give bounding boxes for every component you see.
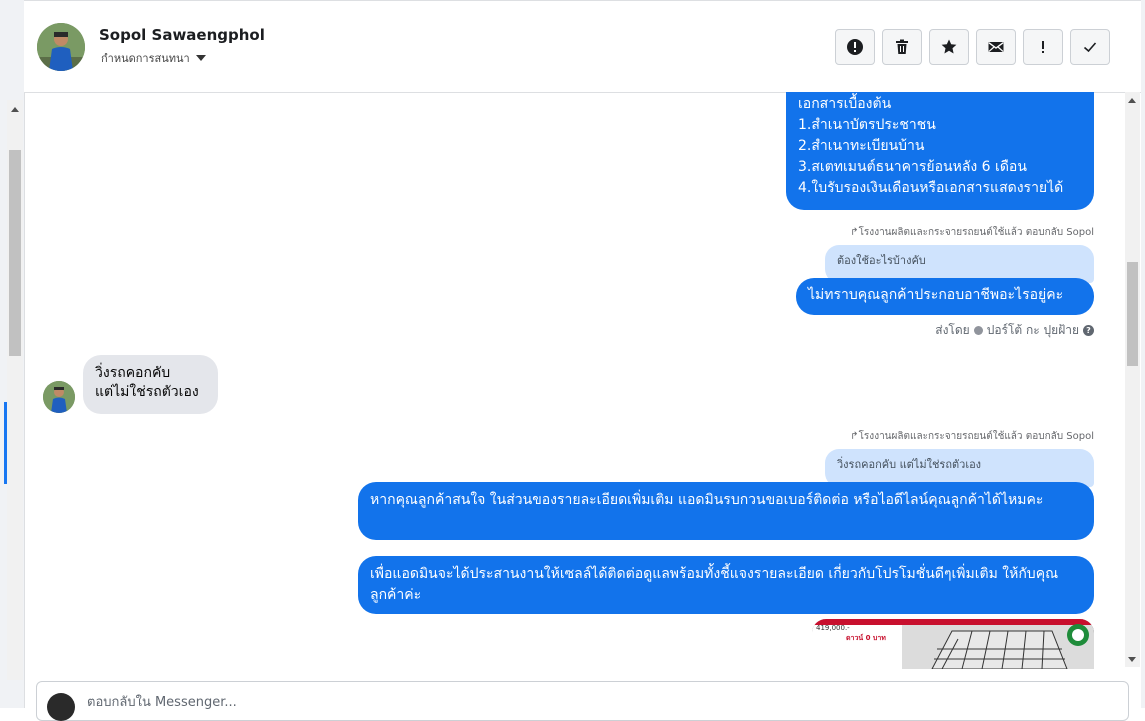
contact-name[interactable]: Sopol Sawaengphol (99, 26, 265, 44)
promo-text: ดาวน์ 0 บาท (846, 634, 886, 642)
star-icon (941, 39, 957, 54)
exclamation-icon (1042, 41, 1044, 53)
assign-label: กำหนดการสนทนา (101, 52, 190, 65)
caret-down-icon (195, 55, 206, 61)
scroll-down-icon[interactable] (1128, 657, 1136, 662)
message-line: เอกสารเบื้องต้น (798, 96, 892, 112)
message-bubble-coordinate[interactable]: เพื่อแอดมินจะได้ประสานงานให้เซลล์ได้ติดต… (358, 556, 1094, 614)
reply-composer[interactable] (36, 681, 1129, 721)
header-actions (835, 29, 1110, 65)
trash-icon (896, 39, 908, 54)
follow-up-button[interactable] (1023, 29, 1063, 65)
assign-conversation-dropdown[interactable]: กำหนดการสนทนา (101, 49, 206, 67)
star-button[interactable] (929, 29, 969, 65)
left-scroll-up-icon[interactable] (11, 107, 19, 112)
active-conversation-indicator (4, 402, 7, 484)
delete-button[interactable] (882, 29, 922, 65)
message-line: 2.สำเนาทะเบียนบ้าน (798, 138, 925, 154)
spam-button[interactable] (835, 29, 875, 65)
reply-arrow-icon: ↱ (850, 431, 859, 442)
conversation-header: Sopol Sawaengphol กำหนดการสนทนา (24, 0, 1145, 93)
page-avatar (47, 693, 75, 721)
reply-input[interactable] (85, 694, 789, 711)
contact-avatar[interactable] (37, 23, 85, 71)
envelope-icon (988, 42, 1004, 52)
promo-price: 419,000.- (816, 624, 850, 632)
sent-by-label: ส่งโดย (935, 323, 970, 337)
left-scrollbar-thumb[interactable] (9, 150, 21, 356)
reply-note: ↱โรงงานผลิตและกระจายรถยนต์ใช้แล้ว ตอบกลั… (850, 225, 1094, 240)
message-bubble-incoming[interactable]: วิ่งรถคอกคับ แต่ไม่ใช่รถตัวเอง (83, 355, 218, 414)
sent-by-name[interactable]: ปอร์โต้ กะ ปุยฝ้าย (987, 321, 1079, 340)
alert-circle-icon (847, 39, 863, 55)
reply-arrow-icon: ↱ (850, 227, 859, 238)
mark-unread-button[interactable] (976, 29, 1016, 65)
message-bubble-occupation[interactable]: ไม่ทราบคุณลูกค้าประกอบอาชีพอะไรอยู่คะ (796, 278, 1094, 315)
message-bubble-ask-phone[interactable]: หากคุณลูกค้าสนใจ ในส่วนของรายละเอียดเพิ่… (358, 482, 1094, 540)
message-line: 3.สเตทเมนต์ธนาคารย้อนหลัง 6 เดือน (798, 159, 1027, 175)
verified-icon (973, 326, 983, 335)
chat-scrollbar-thumb[interactable] (1127, 262, 1138, 366)
sent-by-info: ส่งโดย ปอร์โต้ กะ ปุยฝ้าย ? (935, 321, 1094, 340)
chat-scrollbar-track[interactable] (1125, 92, 1140, 667)
reply-note-text: โรงงานผลิตและกระจายรถยนต์ใช้แล้ว ตอบกลับ… (858, 431, 1094, 442)
reply-note-text: โรงงานผลิตและกระจายรถยนต์ใช้แล้ว ตอบกลับ… (858, 227, 1094, 238)
message-line: 4.ใบรับรองเงินเดือนหรือเอกสารแสดงรายได้ (798, 180, 1064, 196)
scroll-up-icon[interactable] (1128, 98, 1136, 103)
window-edge (1141, 0, 1145, 708)
message-line: วิ่งรถคอกคับ (95, 365, 171, 381)
contact-avatar-small[interactable] (43, 381, 75, 413)
message-line: แต่ไม่ใช่รถตัวเอง (95, 384, 199, 400)
message-bubble-documents[interactable]: เอกสารเบื้องต้น 1.สำเนาบัตรประชาชน 2.สำเ… (786, 92, 1094, 210)
mark-done-button[interactable] (1070, 29, 1110, 65)
promo-image[interactable]: 419,000.- ดาวน์ 0 บาท (812, 619, 1094, 669)
message-line: 1.สำเนาบัตรประชาชน (798, 117, 936, 133)
help-icon[interactable]: ? (1083, 325, 1094, 336)
check-icon (1083, 42, 1097, 53)
reply-note: ↱โรงงานผลิตและกระจายรถยนต์ใช้แล้ว ตอบกลั… (850, 429, 1094, 444)
